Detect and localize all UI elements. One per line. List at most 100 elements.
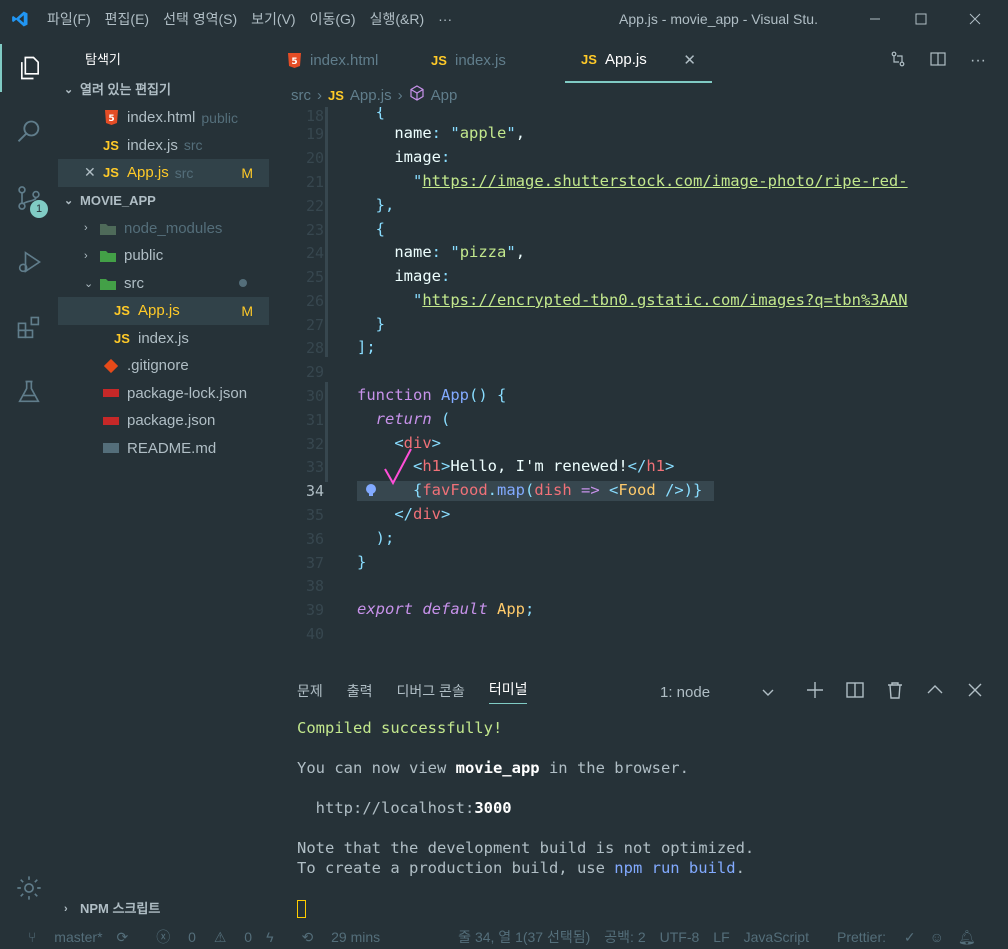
file-name: index.js xyxy=(138,329,189,347)
title-bar: 파일(F) 편집(E) 선택 영역(S) 보기(V) 이동(G) 실행(&R) … xyxy=(0,0,1008,38)
tab-terminal[interactable]: 터미널 xyxy=(488,679,528,704)
split-terminal-icon[interactable] xyxy=(846,681,864,702)
js-icon: JS xyxy=(581,52,597,67)
problems-status[interactable]: ⓧ 0 ⚠ 0 xyxy=(142,927,252,947)
file-name: index.html xyxy=(127,109,196,127)
line-number: 37 xyxy=(305,554,324,572)
line-number: 36 xyxy=(305,530,324,548)
code-line: { xyxy=(375,220,386,238)
branch-status[interactable]: ⑂ master* xyxy=(14,929,103,945)
breadcrumb-symbol[interactable]: App xyxy=(431,87,458,104)
chevron-right-icon: › xyxy=(64,903,68,915)
breadcrumb-folder[interactable]: src xyxy=(291,87,311,104)
file-name: package-lock.json xyxy=(127,384,248,402)
menu-more[interactable]: ··· xyxy=(431,0,459,38)
open-editor-item[interactable]: JS index.js src xyxy=(58,132,269,160)
terminal-bold: movie_app xyxy=(455,759,540,777)
close-icon[interactable]: ✕ xyxy=(84,164,103,181)
file-name: App.js xyxy=(138,302,180,320)
menu-selection[interactable]: 선택 영역(S) xyxy=(156,0,244,38)
encoding[interactable]: UTF-8 xyxy=(660,929,700,945)
trash-icon[interactable] xyxy=(886,681,904,702)
menu-edit[interactable]: 편집(E) xyxy=(98,0,156,38)
error-icon: ⓧ xyxy=(156,929,171,945)
tab-index-html[interactable]: 5 index.html xyxy=(270,38,415,83)
code-line: return ( xyxy=(375,410,451,428)
terminal-bold: 3000 xyxy=(474,799,512,817)
search-icon[interactable] xyxy=(0,108,58,156)
breadcrumb-file[interactable]: App.js xyxy=(350,87,392,104)
sync-icon[interactable]: ⟳ xyxy=(117,929,129,946)
indentation[interactable]: 공백: 2 xyxy=(604,927,645,947)
split-editor-icon[interactable] xyxy=(930,51,946,70)
tab-debug-console[interactable]: 디버그 콘솔 xyxy=(397,681,465,701)
notifications-bell-icon[interactable]: 🔔︎ xyxy=(958,929,976,946)
feedback-icon[interactable]: ☺ xyxy=(930,929,944,945)
terminal-text: in the browser. xyxy=(539,759,689,777)
compare-changes-icon[interactable] xyxy=(890,51,906,70)
menu-run[interactable]: 실행(&R) xyxy=(363,0,432,38)
npm-scripts-header[interactable]: › NPM 스크립트 xyxy=(58,895,160,923)
tab-problems[interactable]: 문제 xyxy=(297,681,323,701)
cursor-position[interactable]: 줄 34, 열 1(37 선택됨) xyxy=(458,927,590,947)
prettier-status[interactable]: Prettier: ✓ xyxy=(823,929,916,946)
tree-item-public[interactable]: › public xyxy=(58,242,269,270)
extensions-icon[interactable] xyxy=(0,304,58,352)
explorer-icon[interactable] xyxy=(0,44,58,92)
lightning-icon[interactable]: ϟ xyxy=(266,929,273,945)
file-name: README.md xyxy=(127,439,217,457)
code-editor[interactable]: 18 19 20 21 22 23 24 25 26 27 28 29 30 3… xyxy=(270,107,1008,647)
chevron-right-icon: › xyxy=(84,249,88,262)
line-number: 38 xyxy=(305,577,324,595)
terminal-select[interactable]: 1: node xyxy=(650,677,784,707)
testing-flask-icon[interactable] xyxy=(0,368,58,416)
tab-index-js[interactable]: JS index.js xyxy=(415,38,565,83)
terminal-cursor[interactable] xyxy=(297,900,306,918)
file-name: index.js xyxy=(127,136,178,154)
line-number: 31 xyxy=(305,411,324,429)
tree-item-readme[interactable]: README.md xyxy=(58,435,269,463)
language-mode[interactable]: JavaScript xyxy=(744,929,809,945)
close-window-button[interactable] xyxy=(952,0,998,38)
tab-app-js[interactable]: JS App.js ✕ xyxy=(565,38,712,83)
close-tab-icon[interactable]: ✕ xyxy=(683,51,696,69)
open-editor-item-active[interactable]: ✕ JS App.js src M xyxy=(58,159,269,187)
line-number: 34 xyxy=(305,482,324,500)
code-url[interactable]: https://image.shutterstock.com/image-pho… xyxy=(422,172,907,190)
open-editors-header[interactable]: ⌄ 열려 있는 편집기 xyxy=(58,76,269,104)
tab-output[interactable]: 출력 xyxy=(347,681,373,701)
markdown-icon xyxy=(103,440,119,456)
code-url[interactable]: https://encrypted-tbn0.gstatic.com/image… xyxy=(422,291,907,309)
new-terminal-plus-icon[interactable] xyxy=(806,681,824,702)
tree-item-package-lock[interactable]: package-lock.json xyxy=(58,380,269,408)
line-number: 23 xyxy=(305,221,324,239)
terminal-select-value: 1: node xyxy=(660,683,711,701)
tree-item-src[interactable]: ⌄ src xyxy=(58,270,269,298)
time-value: 29 mins xyxy=(331,928,381,945)
minimize-button[interactable] xyxy=(852,0,898,38)
time-status[interactable]: ⟲ 29 mins xyxy=(288,929,381,946)
maximize-panel-chevron-up-icon[interactable] xyxy=(926,681,944,702)
terminal-command: npm run build xyxy=(614,859,736,877)
code-line: }, xyxy=(375,196,395,214)
maximize-button[interactable] xyxy=(898,0,944,38)
tree-item-package-json[interactable]: package.json xyxy=(58,407,269,435)
tree-item-gitignore[interactable]: .gitignore xyxy=(58,352,269,380)
menu-go[interactable]: 이동(G) xyxy=(303,0,363,38)
end-of-line[interactable]: LF xyxy=(713,929,729,945)
project-header[interactable]: ⌄ MOVIE_APP xyxy=(58,187,269,215)
menu-file[interactable]: 파일(F) xyxy=(40,0,98,38)
close-panel-icon[interactable] xyxy=(966,681,984,702)
tree-item-app-js[interactable]: JS App.js M xyxy=(58,297,269,325)
git-branch-icon: ⑂ xyxy=(28,929,37,945)
run-debug-icon[interactable] xyxy=(0,238,58,286)
menu-view[interactable]: 보기(V) xyxy=(244,0,302,38)
lightbulb-icon[interactable] xyxy=(363,481,381,502)
more-actions-icon[interactable]: ··· xyxy=(970,52,986,70)
code-line: name: "apple", xyxy=(394,124,526,142)
tree-item-node-modules[interactable]: › node_modules xyxy=(58,215,269,243)
settings-gear-icon[interactable] xyxy=(0,864,58,912)
source-control-icon[interactable]: 1 xyxy=(0,174,58,222)
tree-item-index-js[interactable]: JS index.js xyxy=(58,325,269,353)
open-editor-item[interactable]: 5 index.html public xyxy=(58,104,269,132)
